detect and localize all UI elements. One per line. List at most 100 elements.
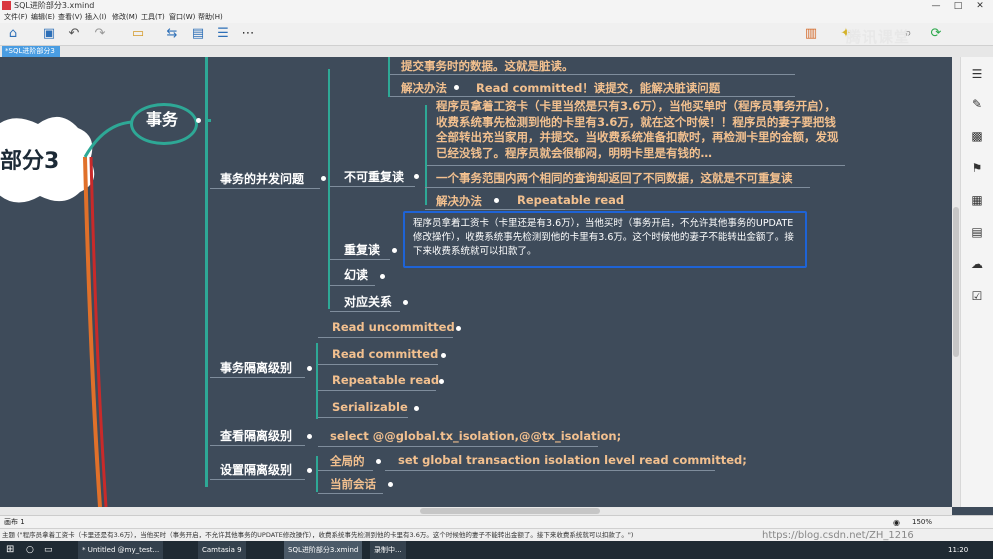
undo-icon[interactable]: ↶ — [66, 26, 82, 42]
repeat-note-text[interactable]: 程序员拿着工资卡（卡里还是有3.6万），当他买时（事务开启，不允许其他事务的UP… — [413, 217, 798, 259]
vertical-scrollbar[interactable] — [952, 57, 960, 507]
close-button[interactable]: ✕ — [969, 0, 991, 12]
level-read-uncommitted[interactable]: Read uncommitted — [332, 320, 455, 334]
save-icon[interactable]: ▣ — [41, 26, 57, 42]
maximize-button[interactable]: □ — [947, 0, 969, 12]
branch-connector — [205, 119, 211, 122]
topic-isolation-levels[interactable]: 事务隔离级别 — [220, 360, 292, 376]
vertical-scroll-thumb[interactable] — [953, 207, 959, 357]
topic-repeatable-read[interactable]: 重复读 — [344, 242, 380, 258]
underline — [210, 445, 305, 446]
collapse-dot[interactable] — [392, 248, 397, 253]
collapse-dot[interactable] — [307, 366, 312, 371]
image-panel-icon[interactable]: ▩ — [970, 129, 984, 143]
menu-modify[interactable]: 修改(M) — [112, 12, 138, 23]
menu-view[interactable]: 查看(V) — [58, 12, 82, 23]
topic-transaction[interactable]: 事务 — [146, 112, 178, 128]
collapse-dot[interactable] — [456, 326, 461, 331]
collapse-dot[interactable] — [403, 300, 408, 305]
collapse-dot[interactable] — [307, 434, 312, 439]
marker-flag-icon[interactable]: ⚑ — [970, 161, 984, 175]
redo-icon[interactable]: ↷ — [92, 26, 108, 42]
collapse-dot[interactable] — [196, 118, 201, 123]
taskbar-item-xmind[interactable]: SQL进阶部分3.xmind — [284, 541, 363, 559]
boundary-icon[interactable]: ☰ — [215, 26, 231, 42]
dirty-read-fragment[interactable]: 提交事务时的数据。这就是脏读。 — [401, 58, 574, 74]
more-icon[interactable]: ⋯ — [240, 26, 256, 42]
tab-sql-part3[interactable]: *SQL进阶部分3 ✕ — [2, 46, 60, 66]
collapse-dot[interactable] — [307, 468, 312, 473]
notes-icon[interactable]: ▤ — [970, 225, 984, 239]
collapse-dot[interactable] — [380, 274, 385, 279]
collapse-dot[interactable] — [441, 353, 446, 358]
topic-concurrency-issues[interactable]: 事务的并发问题 — [220, 171, 304, 187]
topic-nonrepeatable-read[interactable]: 不可重复读 — [344, 169, 404, 185]
presentation-icon[interactable]: ▥ — [803, 26, 819, 42]
collapse-dot[interactable] — [376, 459, 381, 464]
menu-edit[interactable]: 编辑(E) — [31, 12, 55, 23]
underline — [330, 186, 415, 187]
format-brush-icon[interactable]: ✎ — [970, 97, 984, 111]
search-taskbar-icon[interactable]: ○ — [22, 541, 38, 559]
dirty-solution-value[interactable]: Read committed！读提交，能解决脏读问题 — [476, 80, 720, 96]
underline — [390, 74, 795, 75]
collapse-dot[interactable] — [321, 176, 326, 181]
nonrepeat-solution-label[interactable]: 解决办法 — [436, 193, 482, 209]
isolation-branch-line — [316, 343, 318, 419]
home-icon[interactable]: ⌂ — [5, 26, 21, 42]
image-icon[interactable]: ▤ — [190, 26, 206, 42]
menu-window[interactable]: 窗口(W) — [169, 12, 195, 23]
level-repeatable-read[interactable]: Repeatable read — [332, 373, 439, 387]
start-icon[interactable]: ⊞ — [2, 541, 18, 559]
set-session-label[interactable]: 当前会话 — [330, 476, 376, 492]
menu-insert[interactable]: 插入(I) — [85, 12, 107, 23]
menu-help[interactable]: 帮助(H) — [198, 12, 223, 23]
collapse-dot[interactable] — [439, 379, 444, 384]
set-global-label[interactable]: 全局的 — [330, 453, 365, 469]
style-icon[interactable]: ▦ — [970, 193, 984, 207]
share-icon[interactable]: ⟳ — [928, 26, 944, 42]
horizontal-scroll-thumb[interactable] — [420, 508, 600, 514]
topic-icon[interactable]: ▭ — [130, 26, 146, 42]
level-read-committed[interactable]: Read committed — [332, 347, 438, 361]
underline — [318, 470, 373, 471]
menu-bar: 文件(F) 编辑(E) 查看(V) 插入(I) 修改(M) 工具(T) 窗口(W… — [0, 12, 993, 23]
underline — [425, 165, 845, 166]
collapse-dot[interactable] — [414, 174, 419, 179]
set-global-sql[interactable]: set global transaction isolation level r… — [398, 453, 747, 467]
minimize-button[interactable]: — — [925, 0, 947, 12]
task-icon[interactable]: ☑ — [970, 289, 984, 303]
taskbar-item-camtasia[interactable]: Camtasia 9 — [198, 541, 246, 559]
menu-tools[interactable]: 工具(T) — [141, 12, 165, 23]
concurrency-branch-line — [328, 69, 330, 309]
topic-mapping[interactable]: 对应关系 — [344, 294, 392, 310]
nonrepeat-solution-value[interactable]: Repeatable read — [517, 193, 624, 207]
watermark: 腾讯课堂 — [846, 28, 911, 46]
right-panel: ☰ ✎ ▩ ⚑ ▦ ▤ ☁ ☑ — [960, 57, 993, 507]
view-isolation-sql[interactable]: select @@global.tx_isolation,@@tx_isolat… — [330, 429, 621, 443]
menu-file[interactable]: 文件(F) — [4, 12, 28, 23]
taskview-icon[interactable]: ▭ — [40, 541, 57, 559]
comment-icon[interactable]: ☁ — [970, 257, 984, 271]
dirty-solution-label[interactable]: 解决办法 — [401, 80, 447, 96]
topic-set-isolation[interactable]: 设置隔离级别 — [220, 462, 292, 478]
taskbar-item-recording[interactable]: 录制中... — [370, 541, 406, 559]
topic-phantom-read[interactable]: 幻读 — [344, 267, 368, 283]
collapse-dot[interactable] — [494, 198, 499, 203]
collapse-dot[interactable] — [388, 482, 393, 487]
root-topic[interactable]: 部分3 — [0, 143, 59, 175]
nonrepeat-definition[interactable]: 一个事务范围内两个相同的查询却返回了不同数据，这就是不可重复读 — [436, 170, 793, 186]
horizontal-scrollbar[interactable] — [0, 507, 952, 515]
nonrepeat-story[interactable]: 程序员拿着工资卡（卡里当然是只有3.6万），当他买单时（程序员事务开启），收费系… — [436, 99, 841, 161]
underline — [425, 187, 810, 188]
collapse-dot[interactable] — [414, 406, 419, 411]
collapse-dot[interactable] — [454, 85, 459, 90]
sheet-tab-bar: 画布 1 ◉ 150% — [0, 515, 993, 529]
outline-icon[interactable]: ☰ — [970, 67, 984, 81]
mindmap-canvas[interactable]: 部分3 事务 事务的并发问题 提交事务时的数据。这就是脏读。 解决办法 Read… — [0, 57, 952, 507]
relationship-icon[interactable]: ⇆ — [164, 26, 180, 42]
level-serializable[interactable]: Serializable — [332, 400, 408, 414]
topic-view-isolation[interactable]: 查看隔离级别 — [220, 428, 292, 444]
underline — [318, 337, 453, 338]
taskbar-item-navicat[interactable]: * Untitled @my_test... — [78, 541, 164, 559]
